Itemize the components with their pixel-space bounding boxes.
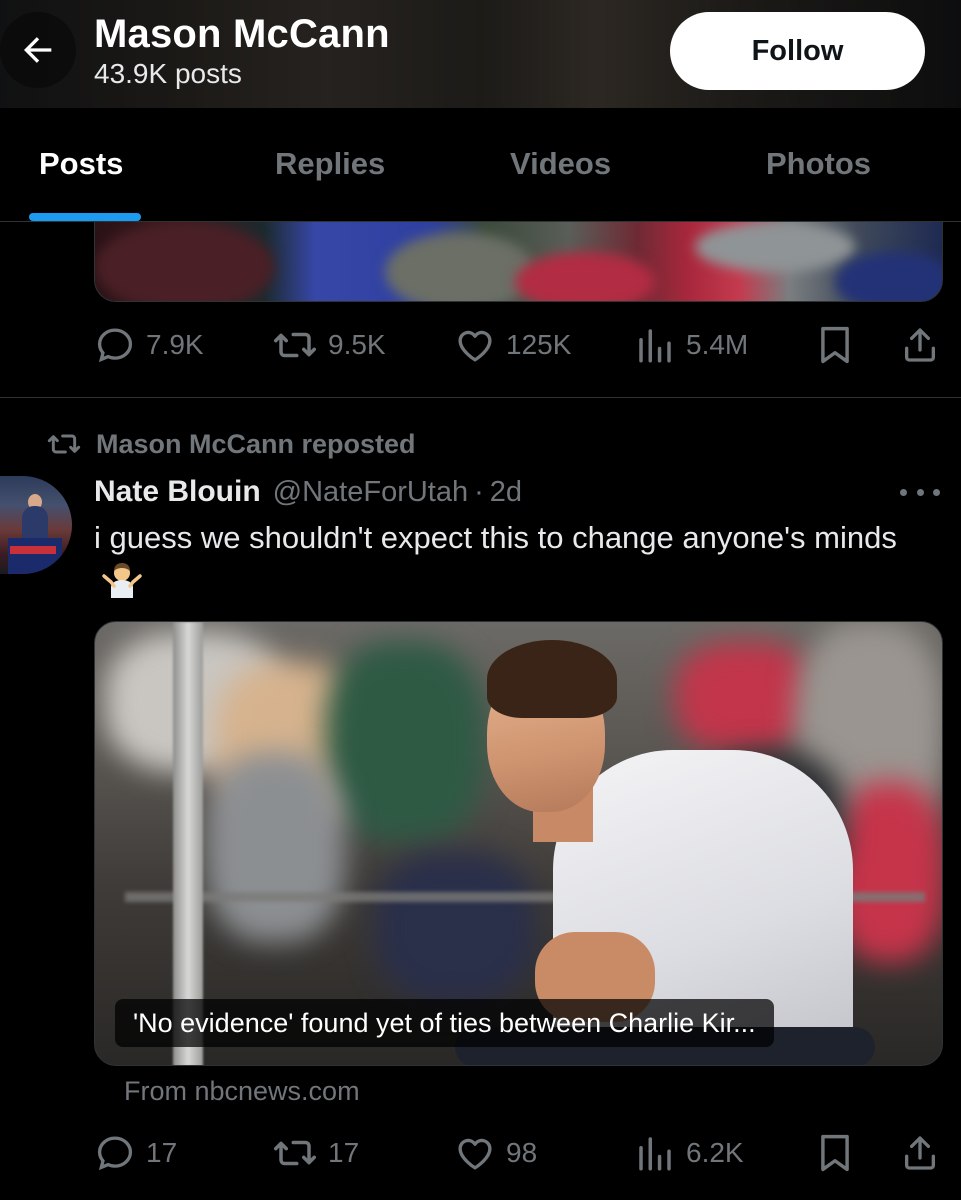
person-shrugging-icon: [102, 563, 142, 598]
share-upload-icon: [905, 328, 935, 362]
like-count: 125K: [506, 329, 572, 360]
repost-count: 17: [328, 1137, 360, 1168]
post-body: i guess we shouldn't expect this to chan…: [94, 520, 897, 555]
like-count: 98: [506, 1137, 538, 1168]
like-button[interactable]: 98: [454, 1128, 537, 1178]
reply-button[interactable]: 17: [94, 1128, 177, 1178]
reply-count: 17: [146, 1137, 178, 1168]
post-timestamp[interactable]: 2d: [490, 476, 522, 509]
post-actions: 17 17 98 6.2K: [94, 1128, 944, 1178]
tab-photos[interactable]: Photos: [766, 146, 871, 182]
view-count: 6.2K: [686, 1137, 744, 1168]
repost-indicator[interactable]: Mason McCann reposted: [46, 426, 416, 462]
heart-icon: [458, 330, 492, 362]
views-button[interactable]: 6.2K: [634, 1128, 744, 1178]
repost-count: 9.5K: [328, 329, 386, 360]
reply-count: 7.9K: [146, 329, 204, 360]
tab-posts[interactable]: Posts: [39, 146, 123, 182]
post-author-row: Nate Blouin @NateForUtah · 2d: [94, 474, 522, 510]
repost-label: Mason McCann reposted: [96, 428, 416, 459]
share-upload-icon: [905, 1136, 935, 1170]
share-button[interactable]: [900, 1128, 940, 1178]
views-button[interactable]: 5.4M: [634, 320, 748, 370]
post-text: i guess we shouldn't expect this to chan…: [94, 516, 924, 604]
speech-bubble-icon: [97, 328, 133, 363]
view-count: 5.4M: [686, 329, 749, 360]
heart-icon: [458, 1138, 492, 1170]
bookmark-button[interactable]: [816, 1128, 854, 1178]
tab-videos[interactable]: Videos: [510, 146, 611, 182]
separator: ·: [474, 475, 484, 508]
post-divider: [0, 397, 961, 398]
profile-header: Mason McCann 43.9K posts Follow: [0, 0, 961, 108]
like-button[interactable]: 125K: [454, 320, 571, 370]
repost-arrows-icon: [274, 1140, 316, 1166]
bookmark-button[interactable]: [816, 320, 854, 370]
speech-bubble-icon: [97, 1136, 133, 1171]
link-source[interactable]: From nbcnews.com: [124, 1076, 360, 1107]
bookmark-icon: [821, 326, 849, 364]
profile-tabs: Posts Replies Videos Photos: [0, 108, 961, 222]
arrow-left-icon: [24, 37, 52, 63]
link-preview-card[interactable]: 'No evidence' found yet of ties between …: [94, 621, 943, 1066]
active-tab-indicator: [29, 213, 141, 221]
previous-post-actions: 7.9K 9.5K 125K 5.4M: [94, 320, 944, 370]
repost-arrows-icon: [274, 332, 316, 358]
follow-button[interactable]: Follow: [670, 12, 925, 90]
author-handle[interactable]: @NateForUtah: [273, 476, 468, 509]
repost-button[interactable]: 9.5K: [272, 320, 386, 370]
ellipsis-icon: [900, 488, 907, 496]
more-options-button[interactable]: [900, 478, 940, 506]
back-button[interactable]: [0, 12, 76, 88]
share-button[interactable]: [900, 320, 940, 370]
media-caption: 'No evidence' found yet of ties between …: [115, 999, 774, 1047]
post-count: 43.9K posts: [94, 58, 242, 89]
bar-chart-icon: [639, 1137, 671, 1171]
repost-arrows-icon: [47, 434, 81, 454]
tab-replies[interactable]: Replies: [275, 146, 385, 182]
previous-post-media[interactable]: [94, 222, 943, 302]
bar-chart-icon: [639, 329, 671, 363]
profile-name: Mason McCann: [94, 12, 390, 56]
reply-button[interactable]: 7.9K: [94, 320, 204, 370]
author-name[interactable]: Nate Blouin: [94, 475, 261, 509]
avatar[interactable]: [0, 476, 72, 574]
repost-button[interactable]: 17: [272, 1128, 359, 1178]
bookmark-icon: [821, 1134, 849, 1172]
